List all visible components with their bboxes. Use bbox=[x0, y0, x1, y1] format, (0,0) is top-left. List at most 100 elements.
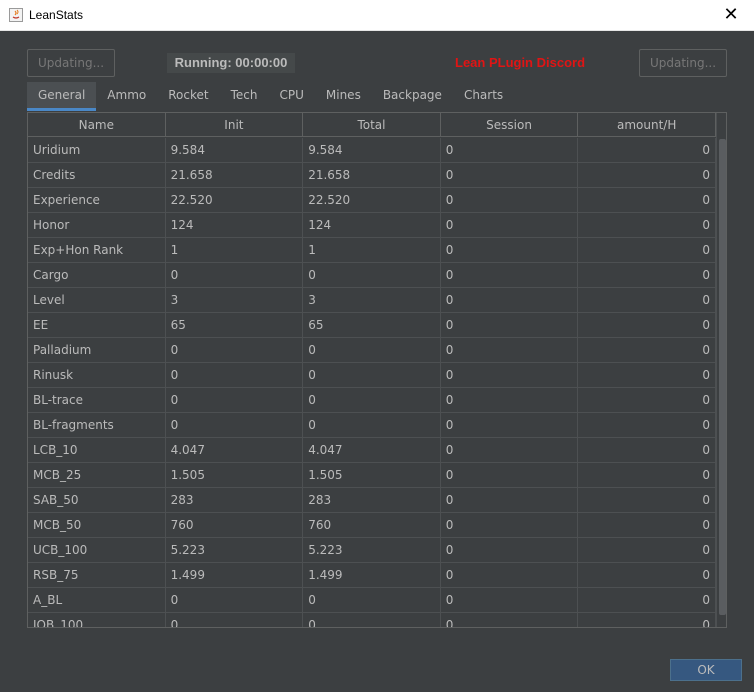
tab-ammo[interactable]: Ammo bbox=[96, 82, 157, 111]
table-cell: 0 bbox=[578, 363, 716, 388]
table-cell: 0 bbox=[578, 488, 716, 513]
ok-button[interactable]: OK bbox=[670, 659, 742, 681]
table-cell: Rinusk bbox=[28, 363, 166, 388]
table-cell: 283 bbox=[303, 488, 441, 513]
table-cell: 0 bbox=[578, 413, 716, 438]
table-cell: EE bbox=[28, 313, 166, 338]
table-cell: 0 bbox=[441, 438, 579, 463]
discord-link[interactable]: Lean PLugin Discord bbox=[455, 55, 585, 70]
table-cell: 0 bbox=[441, 463, 579, 488]
table-cell: 0 bbox=[578, 588, 716, 613]
table-cell: 0 bbox=[441, 413, 579, 438]
table-cell: 124 bbox=[303, 213, 441, 238]
table-cell: 3 bbox=[303, 288, 441, 313]
table-row[interactable]: A_BL 0 0 0 0 bbox=[28, 588, 716, 613]
table-cell: 0 bbox=[441, 188, 579, 213]
table-row[interactable]: Honor 124 124 0 0 bbox=[28, 213, 716, 238]
table-cell: 1 bbox=[166, 238, 304, 263]
table-row[interactable]: UCB_100 5.223 5.223 0 0 bbox=[28, 538, 716, 563]
table-row[interactable]: Palladium 0 0 0 0 bbox=[28, 338, 716, 363]
table-cell: MCB_25 bbox=[28, 463, 166, 488]
table-cell: 0 bbox=[166, 613, 304, 627]
table-cell: 1.505 bbox=[303, 463, 441, 488]
table-cell: 0 bbox=[441, 613, 579, 627]
table-cell: 1 bbox=[303, 238, 441, 263]
table-row[interactable]: MCB_25 1.505 1.505 0 0 bbox=[28, 463, 716, 488]
table-row[interactable]: EE 65 65 0 0 bbox=[28, 313, 716, 338]
column-header[interactable]: Init bbox=[166, 113, 304, 137]
table-row[interactable]: Exp+Hon Rank 1 1 0 0 bbox=[28, 238, 716, 263]
table-cell: RSB_75 bbox=[28, 563, 166, 588]
table-cell: 0 bbox=[578, 163, 716, 188]
table-cell: Palladium bbox=[28, 338, 166, 363]
table-row[interactable]: Credits 21.658 21.658 0 0 bbox=[28, 163, 716, 188]
close-icon[interactable]: ✕ bbox=[708, 0, 754, 31]
table-cell: 0 bbox=[578, 338, 716, 363]
table-cell: BL-fragments bbox=[28, 413, 166, 438]
table-cell: 0 bbox=[303, 363, 441, 388]
window-title: LeanStats bbox=[29, 8, 84, 22]
table-cell: 0 bbox=[303, 388, 441, 413]
table-row[interactable]: Uridium 9.584 9.584 0 0 bbox=[28, 138, 716, 163]
table-cell: Exp+Hon Rank bbox=[28, 238, 166, 263]
table-cell: 0 bbox=[441, 313, 579, 338]
table-header: Name Init Total Session amount/H bbox=[28, 113, 716, 137]
table-cell: 0 bbox=[578, 188, 716, 213]
stats-table: Name Init Total Session amount/H Uridium 9.58… bbox=[27, 112, 727, 628]
java-app-icon bbox=[9, 8, 23, 22]
table-row[interactable]: Level 3 3 0 0 bbox=[28, 288, 716, 313]
tab-charts[interactable]: Charts bbox=[453, 82, 514, 111]
table-cell: 0 bbox=[441, 163, 579, 188]
table-cell: 22.520 bbox=[303, 188, 441, 213]
updating-button-right[interactable]: Updating... bbox=[639, 49, 727, 77]
table-cell: 65 bbox=[303, 313, 441, 338]
tab-rocket[interactable]: Rocket bbox=[157, 82, 219, 111]
column-header[interactable]: Session bbox=[441, 113, 579, 137]
table-cell: 124 bbox=[166, 213, 304, 238]
table-cell: 0 bbox=[166, 588, 304, 613]
table-row[interactable]: SAB_50 283 283 0 0 bbox=[28, 488, 716, 513]
table-cell: 1.499 bbox=[303, 563, 441, 588]
table-row[interactable]: MCB_50 760 760 0 0 bbox=[28, 513, 716, 538]
scrollbar-thumb[interactable] bbox=[719, 139, 726, 615]
updating-button-left[interactable]: Updating... bbox=[27, 49, 115, 77]
table-cell: 0 bbox=[441, 338, 579, 363]
column-header[interactable]: Name bbox=[28, 113, 166, 137]
table-cell: 0 bbox=[578, 538, 716, 563]
table-cell: 1.505 bbox=[166, 463, 304, 488]
vertical-scrollbar[interactable] bbox=[716, 113, 726, 627]
table-row[interactable]: Cargo 0 0 0 0 bbox=[28, 263, 716, 288]
table-row[interactable]: Rinusk 0 0 0 0 bbox=[28, 363, 716, 388]
table-cell: UCB_100 bbox=[28, 538, 166, 563]
table-row[interactable]: BL-trace 0 0 0 0 bbox=[28, 388, 716, 413]
table-row[interactable]: LCB_10 4.047 4.047 0 0 bbox=[28, 438, 716, 463]
table-cell: 0 bbox=[303, 263, 441, 288]
table-cell: 0 bbox=[441, 563, 579, 588]
table-cell: Level bbox=[28, 288, 166, 313]
column-header[interactable]: Total bbox=[303, 113, 441, 137]
table-cell: 0 bbox=[441, 488, 579, 513]
table-cell: A_BL bbox=[28, 588, 166, 613]
table-cell: MCB_50 bbox=[28, 513, 166, 538]
table-cell: 0 bbox=[578, 313, 716, 338]
tab-tech[interactable]: Tech bbox=[220, 82, 269, 111]
table-cell: 0 bbox=[441, 363, 579, 388]
table-cell: 283 bbox=[166, 488, 304, 513]
table-row[interactable]: Experience 22.520 22.520 0 0 bbox=[28, 188, 716, 213]
table-cell: 0 bbox=[441, 513, 579, 538]
table-row[interactable]: RSB_75 1.499 1.499 0 0 bbox=[28, 563, 716, 588]
table-row[interactable]: JOB_100 0 0 0 0 bbox=[28, 613, 716, 627]
table-cell: 0 bbox=[166, 363, 304, 388]
tab-mines[interactable]: Mines bbox=[315, 82, 372, 111]
table-cell: 0 bbox=[578, 263, 716, 288]
tab-general[interactable]: General bbox=[27, 82, 97, 111]
tab-cpu[interactable]: CPU bbox=[268, 82, 314, 111]
table-row[interactable]: BL-fragments 0 0 0 0 bbox=[28, 413, 716, 438]
table-cell: 0 bbox=[441, 238, 579, 263]
table-cell: Honor bbox=[28, 213, 166, 238]
tab-backpage[interactable]: Backpage bbox=[372, 82, 453, 111]
table-cell: 0 bbox=[441, 288, 579, 313]
table-cell: 0 bbox=[441, 538, 579, 563]
table-cell: Uridium bbox=[28, 138, 166, 163]
column-header[interactable]: amount/H bbox=[578, 113, 716, 137]
